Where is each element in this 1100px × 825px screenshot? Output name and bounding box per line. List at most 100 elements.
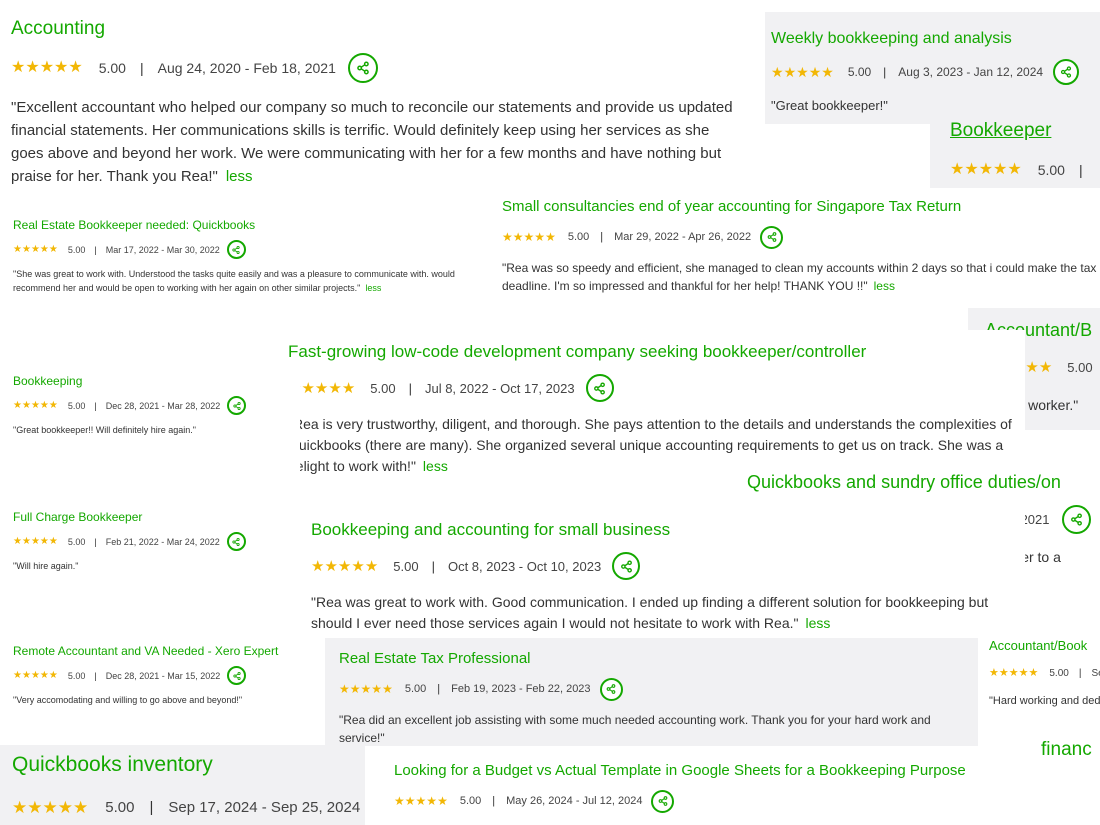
star-icon: ★ [989, 666, 999, 679]
review-meta: ★ ★ ★ ★ ★ 5.00 | Mar 29, 2022 - Apr 26, 2022 [502, 225, 1100, 249]
rating-value: 5.00 [67, 536, 86, 547]
share-icon[interactable] [612, 552, 641, 580]
quote-text: "Very accomodating and willing to go abo… [13, 695, 243, 705]
star-icon: ★ [39, 243, 49, 255]
share-icon[interactable] [760, 225, 784, 249]
share-icon[interactable] [1061, 505, 1091, 534]
star-icon: ★ [30, 243, 40, 255]
review-meta: ★ ★ ★ ★ ★ 5.00 | Oct 8, 2023 - Oct 10, 2023 [311, 552, 1025, 580]
star-icon: ★ [821, 64, 834, 80]
rating-stars: ★★★★★ [13, 243, 58, 255]
meta-divider: | [431, 558, 435, 574]
less-link[interactable]: less [423, 458, 448, 474]
star-icon: ★ [371, 682, 383, 696]
quote-text: "Great bookkeeper!" [771, 98, 888, 113]
quote-text: "Hard working and ded [989, 695, 1100, 707]
review-title[interactable]: Real Estate Tax Professional [339, 650, 978, 667]
review-card: Small consultancies end of year accounti… [490, 188, 1100, 306]
star-icon: ★ [394, 794, 405, 808]
rating-stars: ★★★★★ [13, 669, 58, 681]
rating-stars: ★★★★★ [989, 666, 1039, 679]
share-icon[interactable] [585, 374, 614, 402]
less-link[interactable]: less [226, 168, 253, 185]
review-quote: "She was great to work with. Understood … [13, 267, 493, 295]
review-dates: Oct 8, 2023 - Oct 10, 2023 [447, 558, 602, 574]
star-icon: ★ [998, 666, 1009, 679]
share-icon[interactable] [227, 666, 247, 685]
star-icon: ★ [42, 797, 58, 817]
rating-value: 5.00 [393, 558, 419, 574]
review-quote: "Rea did an excellent job assisting with… [339, 711, 964, 746]
star-icon: ★ [426, 794, 438, 808]
review-title[interactable]: Quickbooks inventory [12, 753, 365, 777]
rating-value: 5.00 [98, 60, 126, 76]
rating-value: 5.00 [67, 244, 86, 255]
review-title[interactable]: financ [1041, 739, 1100, 761]
review-dates: Mar 29, 2022 - Apr 26, 2022 [614, 231, 752, 243]
share-icon[interactable] [226, 532, 246, 551]
star-icon: ★ [13, 399, 22, 411]
rating-value: 5.00 [1049, 667, 1069, 679]
rating-value: 5.00 [1037, 162, 1065, 178]
review-title[interactable]: Fast-growing low-code development compan… [288, 342, 1025, 362]
review-title[interactable]: Accounting [11, 18, 760, 40]
review-dates: Dec 28, 2021 - Mar 28, 2022 [105, 400, 221, 411]
star-icon: ★ [25, 59, 40, 76]
review-quote: "Rea was great to work with. Good commun… [311, 592, 1011, 634]
review-title[interactable]: Looking for a Budget vs Actual Template … [394, 762, 1025, 779]
star-icon: ★ [415, 794, 427, 808]
review-dates: Jul 8, 2022 - Oct 17, 2023 [424, 380, 575, 396]
review-title[interactable]: Real Estate Bookkeeper needed: Quickbook… [13, 218, 500, 232]
review-dates: Dec 28, 2021 - Mar 15, 2022 [105, 670, 221, 681]
star-icon: ★ [48, 399, 58, 411]
review-card: Real Estate Tax Professional ★ ★ ★ ★ ★ 5.00 | Fe… [325, 638, 978, 746]
share-icon[interactable] [599, 677, 623, 701]
review-title[interactable]: Quickbooks and sundry office duties/on [747, 472, 1100, 493]
review-title[interactable]: Small consultancies end of year accounti… [502, 198, 1100, 215]
share-icon[interactable] [347, 53, 378, 83]
review-quote: "Hard working and ded [989, 693, 1100, 709]
rating-stars: ★★★★★ [771, 65, 834, 79]
review-meta: ★ ★ ★ ★ ★ 5.00 | [950, 156, 1100, 184]
less-link[interactable]: less [805, 615, 830, 631]
star-icon: ★ [1028, 666, 1039, 679]
review-title[interactable]: Weekly bookkeeping and analysis [771, 30, 1100, 48]
star-icon: ★ [328, 379, 342, 397]
meta-divider: | [883, 65, 887, 79]
rating-stars: ★★★★★ [950, 162, 1022, 178]
quote-text: "Rea did an excellent job assisting with… [339, 713, 931, 745]
star-icon: ★ [1025, 359, 1039, 376]
review-card: Quickbooks inventory ★ ★ ★ ★ ★ 5.00 | Sep 17, 20… [0, 745, 365, 825]
review-meta: ★ ★ ★ ★ ★ 5.00 | Aug 3, 2023 - Jan 12, 2024 [771, 59, 1100, 85]
review-title[interactable]: Accountant/Book [989, 638, 1100, 653]
star-icon: ★ [337, 557, 352, 575]
rating-stars: ★★★★★ [311, 559, 378, 574]
review-title[interactable]: Full Charge Bookkeeper [13, 510, 300, 524]
star-icon: ★ [523, 230, 535, 244]
star-icon: ★ [68, 59, 83, 76]
rating-stars: ★★★★★ [13, 399, 58, 411]
quote-text: "Rea was so speedy and efficient, she ma… [502, 261, 1097, 293]
star-icon: ★ [39, 535, 49, 547]
star-icon: ★ [21, 669, 31, 681]
less-link[interactable]: less [365, 283, 381, 293]
share-icon[interactable] [226, 240, 246, 259]
review-title[interactable]: Bookkeeping and accounting for small bus… [311, 520, 1025, 540]
meta-divider: | [492, 795, 496, 807]
review-meta: ★★★★★5.00|Jul 8, 2022 - Oct 17, 2023 [288, 374, 1025, 402]
review-card: Accounting ★ ★ ★ ★ ★ 5.00 | Aug 24, 2020 - Feb 1… [0, 0, 760, 192]
share-icon[interactable] [227, 396, 247, 415]
rating-stars: ★★★★★ [394, 795, 448, 807]
rating-value: 5.00 [105, 798, 135, 816]
review-title[interactable]: Bookkeeper [950, 120, 1100, 142]
share-icon[interactable] [1053, 59, 1080, 85]
review-title[interactable]: Bookkeeping [13, 374, 300, 388]
review-title[interactable]: Remote Accountant and VA Needed - Xero E… [13, 644, 330, 658]
review-meta: ★ ★ ★ ★ ★ 5.00 | Feb 19, 2023 - Feb 22, 2023 [339, 677, 978, 701]
share-icon[interactable] [651, 789, 675, 813]
quote-text: "Great bookkeeper!! Will definitely hire… [13, 425, 196, 435]
star-icon: ★ [341, 379, 356, 397]
star-icon: ★ [364, 557, 379, 575]
review-dates: Sep 17, 2024 - Sep 25, 2024 [168, 798, 361, 816]
less-link[interactable]: less [874, 279, 895, 293]
